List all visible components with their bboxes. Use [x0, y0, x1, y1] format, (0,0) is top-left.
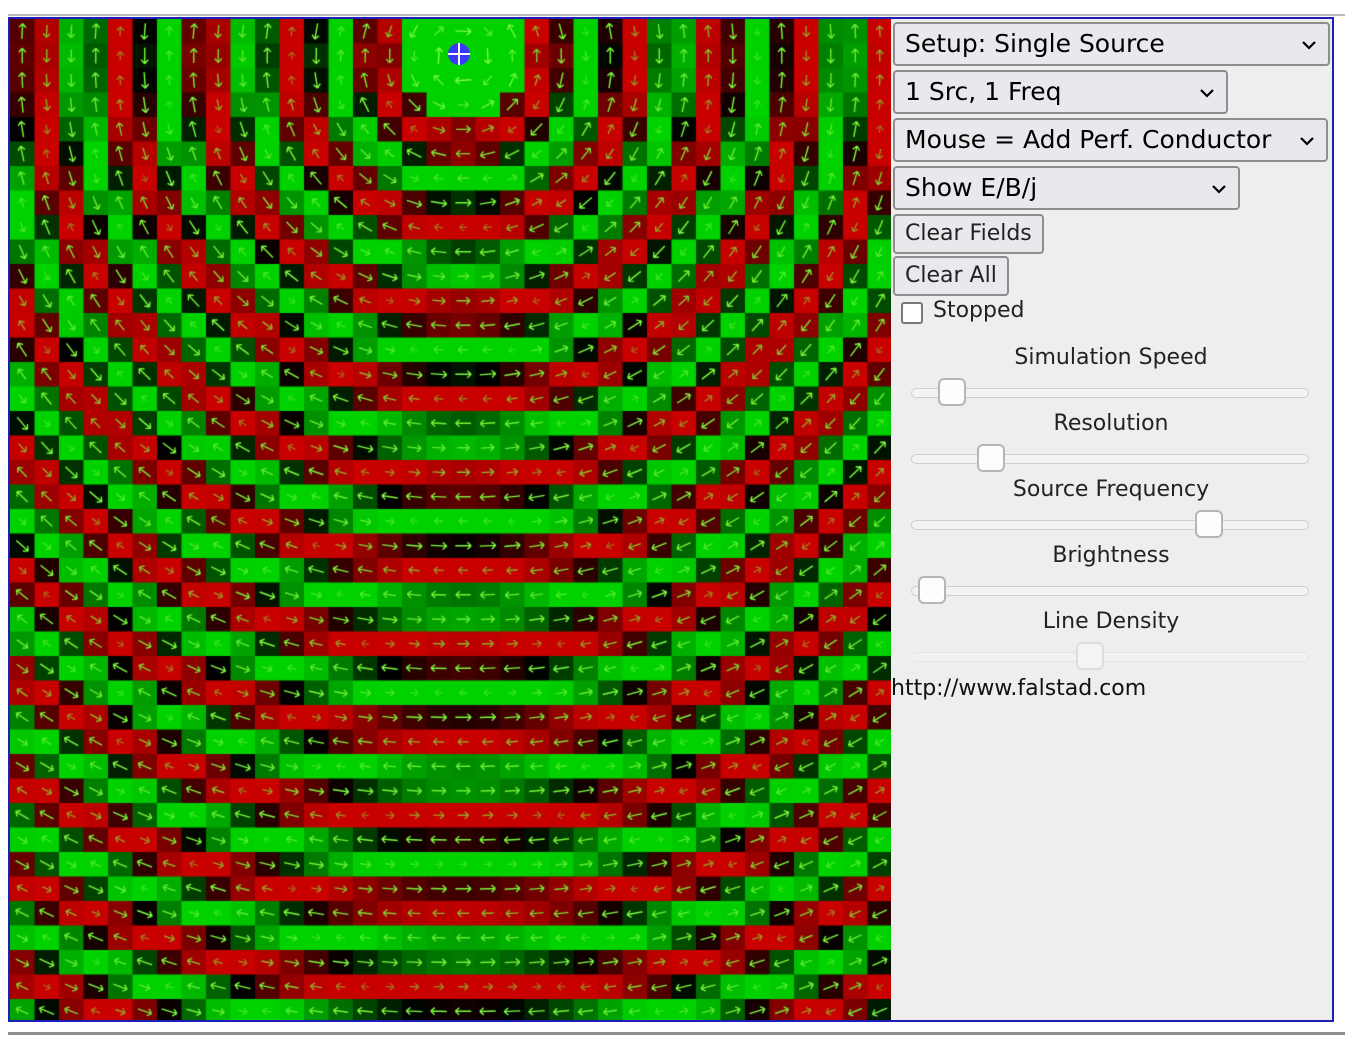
line-density-thumb — [1076, 642, 1105, 670]
chevron-down-icon — [1212, 185, 1226, 194]
source-frequency-thumb[interactable] — [1195, 510, 1223, 538]
stopped-label: Stopped — [933, 298, 1025, 323]
source-frequency-label: Source Frequency — [1012, 477, 1210, 502]
chevron-down-icon — [1302, 41, 1316, 50]
brightness-label: Brightness — [1052, 543, 1170, 568]
simulation-speed-slider[interactable] — [911, 378, 1309, 406]
setup-select[interactable]: Setup: Single Source — [893, 22, 1330, 66]
simulation-canvas-area[interactable] — [10, 19, 891, 1020]
show-select[interactable]: Show E/B/j — [893, 166, 1240, 210]
source-select[interactable]: 1 Src, 1 Freq — [893, 70, 1228, 114]
stopped-checkbox[interactable] — [901, 302, 923, 324]
mouse-mode-select[interactable]: Mouse = Add Perf. Conductor — [893, 118, 1328, 162]
top-rule — [8, 14, 1345, 16]
clear-all-button[interactable]: Clear All — [893, 256, 1009, 296]
resolution-slider[interactable] — [911, 444, 1309, 472]
source-select-value: 1 Src, 1 Freq — [905, 77, 1062, 106]
line-density-slider — [911, 642, 1309, 670]
control-panel: Setup: Single Source 1 Src, 1 Freq Mouse… — [891, 19, 1332, 1020]
bottom-rule — [8, 1032, 1345, 1035]
resolution-label: Resolution — [1053, 411, 1169, 436]
setup-select-value: Setup: Single Source — [905, 29, 1165, 58]
brightness-slider[interactable] — [911, 576, 1309, 604]
show-select-value: Show E/B/j — [905, 173, 1038, 202]
website-url: http://www.falstad.com — [891, 676, 1147, 701]
mouse-mode-select-value: Mouse = Add Perf. Conductor — [905, 125, 1272, 154]
line-density-label: Line Density — [1042, 609, 1180, 634]
chevron-down-icon — [1300, 137, 1314, 146]
simulation-speed-thumb[interactable] — [937, 378, 966, 406]
clear-fields-button[interactable]: Clear Fields — [893, 214, 1044, 254]
simulation-speed-label: Simulation Speed — [1014, 345, 1208, 370]
applet-frame: Setup: Single Source 1 Src, 1 Freq Mouse… — [8, 17, 1334, 1022]
source-crosshair-icon[interactable] — [446, 41, 472, 67]
source-frequency-slider[interactable] — [911, 510, 1309, 538]
brightness-thumb[interactable] — [917, 576, 946, 604]
field-canvas[interactable] — [10, 19, 891, 1020]
resolution-thumb[interactable] — [977, 444, 1006, 472]
chevron-down-icon — [1200, 89, 1214, 98]
